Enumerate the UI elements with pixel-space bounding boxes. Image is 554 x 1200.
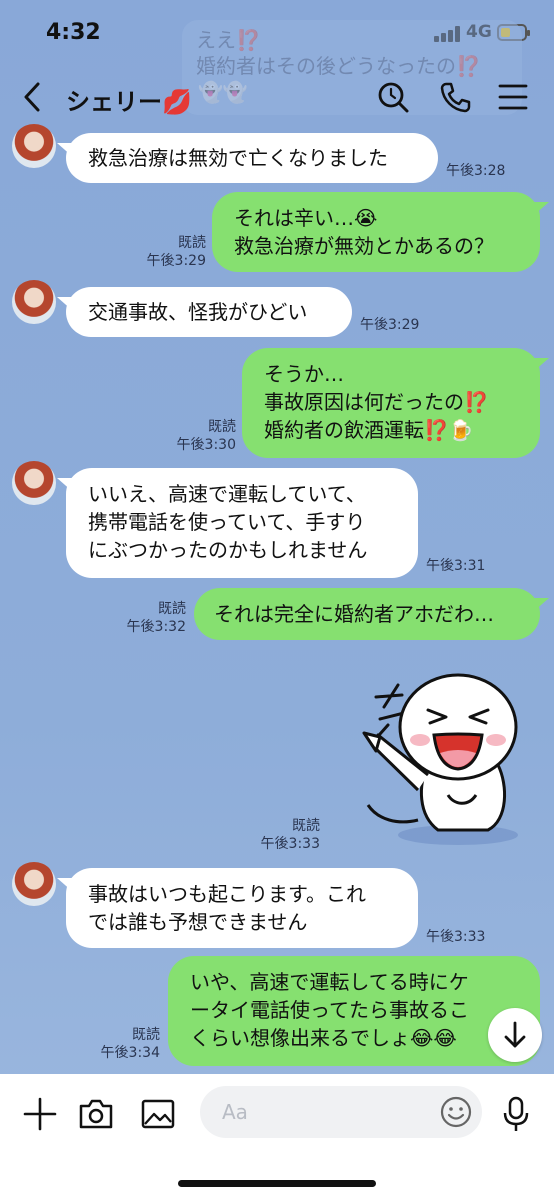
message-text: 事故はいつも起こります。これ bbox=[88, 882, 366, 906]
message-text: 交通事故、怪我がひどい bbox=[88, 300, 308, 324]
home-indicator[interactable] bbox=[178, 1180, 376, 1187]
message-time: 午後3:29 bbox=[146, 253, 206, 269]
message-bubble-received[interactable]: 交通事故、怪我がひどい bbox=[66, 287, 352, 337]
message-time: 午後3:33 bbox=[260, 836, 320, 852]
microphone-icon[interactable] bbox=[496, 1094, 536, 1134]
message-bubble-sent[interactable]: それは完全に婚約者アホだわ… bbox=[194, 588, 540, 640]
avatar[interactable] bbox=[12, 124, 56, 168]
message-meta: 既読 午後3:33 bbox=[261, 817, 320, 853]
status-time: 4:32 bbox=[46, 20, 101, 45]
message-text: 救急治療は無効で亡くなりました bbox=[88, 146, 388, 170]
chat-title-text: シェリー bbox=[66, 88, 162, 116]
message-bubble-sent[interactable]: そうか… 事故原因は何だったの⁉️ 婚約者の飲酒運転⁉️🍺 bbox=[242, 348, 540, 458]
message-text: 救急治療が無効とかあるの？ bbox=[234, 234, 494, 258]
input-placeholder: Aa bbox=[222, 1100, 248, 1124]
message-text: それは完全に婚約者アホだわ… bbox=[214, 602, 494, 626]
message-time: 午後3:29 bbox=[360, 317, 420, 333]
message-text: 事故原因は何だったの⁉️ bbox=[264, 390, 489, 414]
message-text: では誰も予想できません bbox=[88, 910, 308, 934]
read-receipt: 既読 bbox=[158, 601, 186, 617]
message-text: いいえ、高速で運転していて、 bbox=[88, 482, 366, 506]
plus-icon[interactable] bbox=[20, 1094, 60, 1134]
scroll-to-bottom-button[interactable] bbox=[488, 1008, 542, 1062]
read-receipt: 既読 bbox=[178, 235, 206, 251]
message-text: 携帯電話を使っていて、手すり bbox=[88, 510, 366, 534]
message-bubble-received[interactable]: 事故はいつも起こります。これ では誰も予想できません bbox=[66, 868, 418, 948]
kiss-emoji: 💋 bbox=[162, 88, 192, 116]
image-icon[interactable] bbox=[138, 1094, 178, 1134]
chat-header: シェリー💋 bbox=[0, 68, 554, 126]
read-receipt: 既読 bbox=[208, 419, 236, 435]
message-text: くらい想像出来るでしょ😂😂 bbox=[190, 1026, 457, 1050]
laughing-sticker[interactable] bbox=[358, 655, 528, 850]
message-text: それは辛い…😭 bbox=[234, 206, 378, 230]
emoji-icon[interactable] bbox=[436, 1092, 476, 1132]
message-time: 午後3:28 bbox=[446, 163, 506, 179]
message-time: 午後3:31 bbox=[426, 558, 486, 574]
menu-icon[interactable] bbox=[494, 78, 532, 116]
message-meta: 既読 午後3:30 bbox=[177, 418, 236, 454]
message-meta: 既読 午後3:32 bbox=[127, 600, 186, 636]
camera-icon[interactable] bbox=[76, 1094, 116, 1134]
notification-line-1: ええ⁉️ bbox=[196, 28, 261, 52]
message-bubble-received[interactable]: いいえ、高速で運転していて、 携帯電話を使っていて、手すり にぶつかったのかもし… bbox=[66, 468, 418, 578]
chat-screen: 4:32 4G ええ⁉️ 婚約者はその後どうなったの⁉️ 👻👻 シェリー💋 bbox=[0, 0, 554, 1200]
read-receipt: 既読 bbox=[292, 818, 320, 834]
back-icon[interactable] bbox=[18, 78, 48, 116]
phone-icon[interactable] bbox=[436, 78, 474, 116]
message-text: ータイ電話使ってたら事故るこ bbox=[190, 998, 469, 1022]
message-text: そうか… bbox=[264, 362, 344, 386]
message-time: 午後3:32 bbox=[126, 619, 186, 635]
message-time: 午後3:34 bbox=[100, 1045, 160, 1061]
message-bubble-sent[interactable]: それは辛い…😭 救急治療が無効とかあるの？ bbox=[212, 192, 540, 272]
message-text: にぶつかったのかもしれません bbox=[88, 538, 368, 562]
chat-title: シェリー💋 bbox=[66, 82, 192, 117]
avatar[interactable] bbox=[12, 862, 56, 906]
read-receipt: 既読 bbox=[132, 1027, 160, 1043]
message-text: いや、高速で運転してる時にケ bbox=[190, 970, 469, 994]
message-meta: 既読 午後3:29 bbox=[147, 234, 206, 270]
avatar[interactable] bbox=[12, 280, 56, 324]
message-text: 婚約者の飲酒運転⁉️🍺 bbox=[264, 418, 474, 442]
arrow-down-icon bbox=[504, 1021, 526, 1048]
avatar[interactable] bbox=[12, 461, 56, 505]
message-time: 午後3:30 bbox=[176, 437, 236, 453]
message-bubble-sent[interactable]: いや、高速で運転してる時にケ ータイ電話使ってたら事故るこ くらい想像出来るでし… bbox=[168, 956, 540, 1066]
message-time: 午後3:33 bbox=[426, 929, 486, 945]
message-meta: 既読 午後3:34 bbox=[101, 1026, 160, 1062]
search-icon[interactable] bbox=[374, 78, 412, 116]
message-bubble-received[interactable]: 救急治療は無効で亡くなりました bbox=[66, 133, 438, 183]
